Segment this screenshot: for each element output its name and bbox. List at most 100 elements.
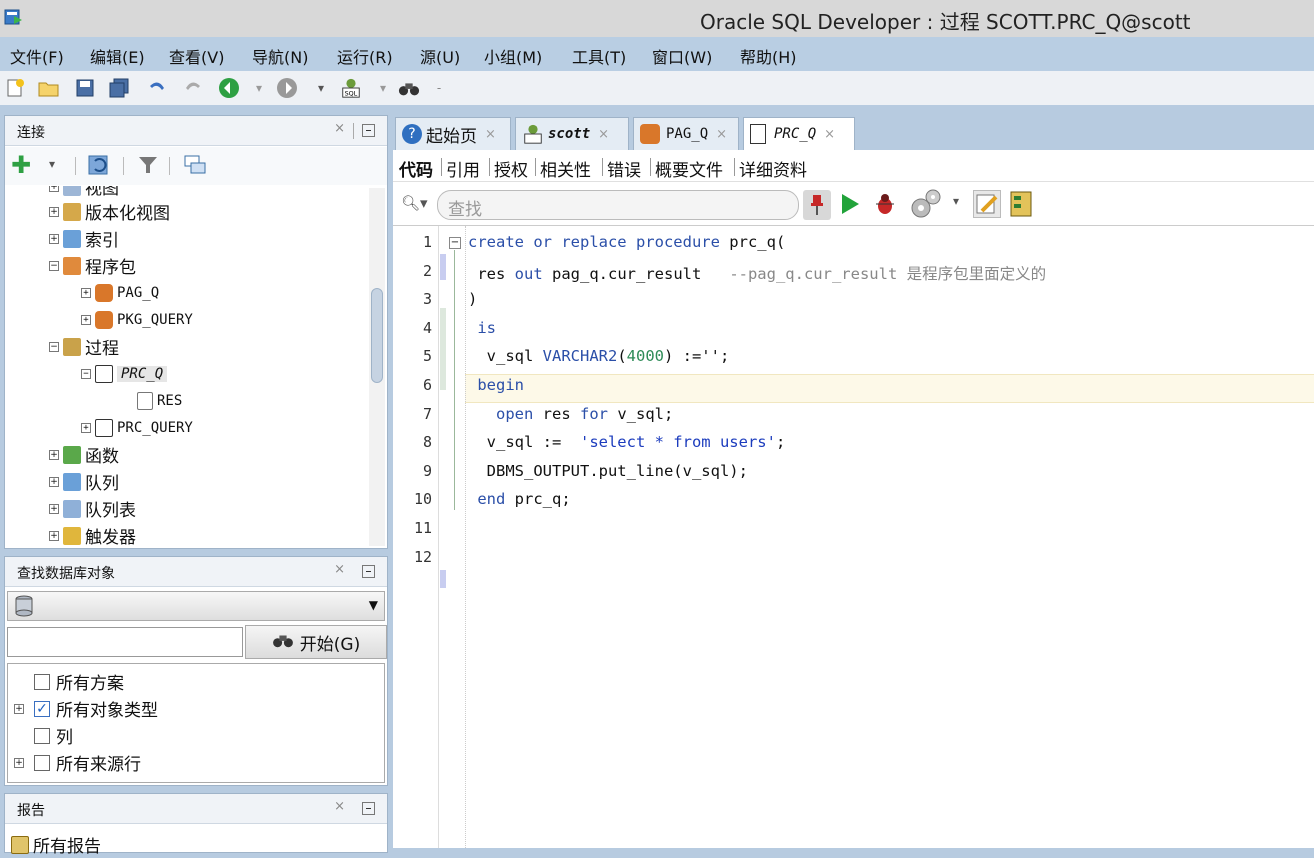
menu-navigate[interactable]: 导航(N) [252,44,308,68]
option-all-object-types[interactable]: + ✓ 所有对象类型 [14,695,158,722]
expand-icon[interactable]: + [49,206,59,217]
checkbox-checked[interactable]: ✓ [34,700,50,717]
close-icon[interactable]: × [334,562,345,577]
editor-search-input[interactable]: 查找 [437,190,799,220]
code-line[interactable]: create or replace procedure prc_q( [468,233,785,251]
checkbox[interactable] [34,754,50,771]
minimize-icon[interactable] [362,124,375,137]
schema-browser-icon[interactable] [183,154,207,181]
tab-pag-q[interactable]: PAG_Q × [633,117,739,150]
expand-icon[interactable]: + [49,476,59,487]
option-all-schemas[interactable]: 所有方案 [34,668,124,695]
minimize-icon[interactable] [362,802,375,815]
checkbox[interactable] [34,673,50,690]
forward-icon[interactable] [276,77,298,99]
close-icon[interactable]: × [824,127,835,142]
scrollbar-thumb[interactable] [371,288,383,383]
expand-icon[interactable]: + [49,503,59,514]
tree-node-editioned-views[interactable]: + 版本化视图 [49,198,170,225]
code-line[interactable]: open res for v_sql; [468,405,673,423]
filter-icon[interactable] [137,154,159,181]
sql-worksheet-icon[interactable]: SQL [340,77,362,99]
menu-view[interactable]: 查看(V) [169,44,224,68]
redo-icon[interactable] [182,77,204,99]
undo-icon[interactable] [146,77,168,99]
expand-icon[interactable]: + [14,757,24,768]
code-editor[interactable]: create or replace procedure prc_q( res o… [393,226,1314,848]
tree-node-triggers[interactable]: + 触发器 [49,522,136,548]
menu-window[interactable]: 窗口(W) [652,44,712,68]
tree-node-pkg-query[interactable]: + PKG_QUERY [81,306,193,333]
tree-node-queues[interactable]: + 队列 [49,468,119,495]
close-icon[interactable]: × [334,121,345,136]
subtab-grants[interactable]: 授权 [494,156,528,181]
compile-gear-icon[interactable] [909,188,943,225]
explain-plan-icon[interactable] [1009,190,1035,223]
close-icon[interactable]: × [334,799,345,814]
new-file-icon[interactable] [4,77,26,99]
back-icon[interactable] [218,77,240,99]
tree-node-indexes[interactable]: + 索引 [49,225,119,252]
menu-tools[interactable]: 工具(T) [572,44,626,68]
compile-dropdown-icon[interactable]: ▾ [953,194,959,208]
minimize-icon[interactable] [362,565,375,578]
forward-dropdown-icon[interactable]: ▾ [310,77,332,99]
menu-edit[interactable]: 编辑(E) [90,44,145,68]
collapse-icon[interactable]: − [49,341,59,352]
code-line[interactable]: is [468,319,496,337]
menu-source[interactable]: 源(U) [420,44,460,68]
checkbox[interactable] [34,727,50,744]
run-icon[interactable] [839,192,861,221]
edit-icon[interactable] [973,190,1001,218]
code-line[interactable]: res out pag_q.cur_result --pag_q.cur_res… [468,262,1046,284]
expand-icon[interactable]: + [81,314,91,325]
refresh-icon[interactable] [87,153,113,182]
save-icon[interactable] [74,77,96,99]
expand-icon[interactable]: + [49,449,59,460]
tree-node-packages[interactable]: − 程序包 [49,252,136,279]
chevron-down-icon[interactable]: ▼ [369,598,378,612]
menu-team[interactable]: 小组(M) [484,44,542,68]
subtab-references[interactable]: 引用 [446,156,480,181]
option-columns[interactable]: 列 [34,722,73,749]
menu-file[interactable]: 文件(F) [10,44,64,68]
expand-icon[interactable]: + [49,530,59,541]
option-all-source-lines[interactable]: + 所有来源行 [14,749,141,776]
close-icon[interactable]: × [485,127,496,142]
code-line[interactable]: ) [468,290,477,308]
tree-node-functions[interactable]: + 函数 [49,441,119,468]
tree-node-procedures[interactable]: − 过程 [49,333,119,360]
subtab-errors[interactable]: 错误 [607,156,641,181]
expand-icon[interactable]: + [49,233,59,244]
expand-icon[interactable]: + [81,287,91,298]
expand-icon[interactable]: + [81,422,91,433]
save-all-icon[interactable] [108,77,130,99]
tab-prc-q[interactable]: PRC_Q × [743,117,855,150]
connection-select[interactable]: ▼ [7,591,385,621]
tab-start-page[interactable]: ? 起始页 × [395,117,511,150]
pin-icon[interactable] [803,190,831,220]
tree-node-pag-q[interactable]: + PAG_Q [81,279,159,306]
binoculars-icon[interactable] [398,77,420,99]
code-line[interactable]: v_sql := 'select * from users'; [468,433,786,451]
tab-scott[interactable]: scott × [515,117,629,150]
tree-node-prc-query[interactable]: + PRC_QUERY [81,414,193,441]
menu-run[interactable]: 运行(R) [337,44,393,68]
collapse-icon[interactable]: − [81,368,91,379]
search-icon[interactable]: 🔍︎▾ [401,194,428,212]
collapse-icon[interactable]: − [49,260,59,271]
add-connection-icon[interactable]: ✚ [11,153,31,177]
expand-icon[interactable]: + [14,703,24,714]
subtab-code[interactable]: 代码 [399,156,433,181]
close-icon[interactable]: × [598,127,609,142]
code-line[interactable]: end prc_q; [468,490,570,508]
tree-scrollbar[interactable] [369,188,385,546]
back-dropdown-icon[interactable]: ▾ [248,77,270,99]
subtab-dependencies[interactable]: 相关性 [540,156,591,181]
sql-dropdown-icon[interactable]: ▾ [372,77,394,99]
code-line[interactable]: v_sql VARCHAR2(4000) :=''; [468,347,730,365]
tree-node-queue-tables[interactable]: + 队列表 [49,495,136,522]
close-icon[interactable]: × [716,127,727,142]
start-button[interactable]: 开始(G) [245,625,387,659]
code-line[interactable]: DBMS_OUTPUT.put_line(v_sql); [468,462,748,480]
